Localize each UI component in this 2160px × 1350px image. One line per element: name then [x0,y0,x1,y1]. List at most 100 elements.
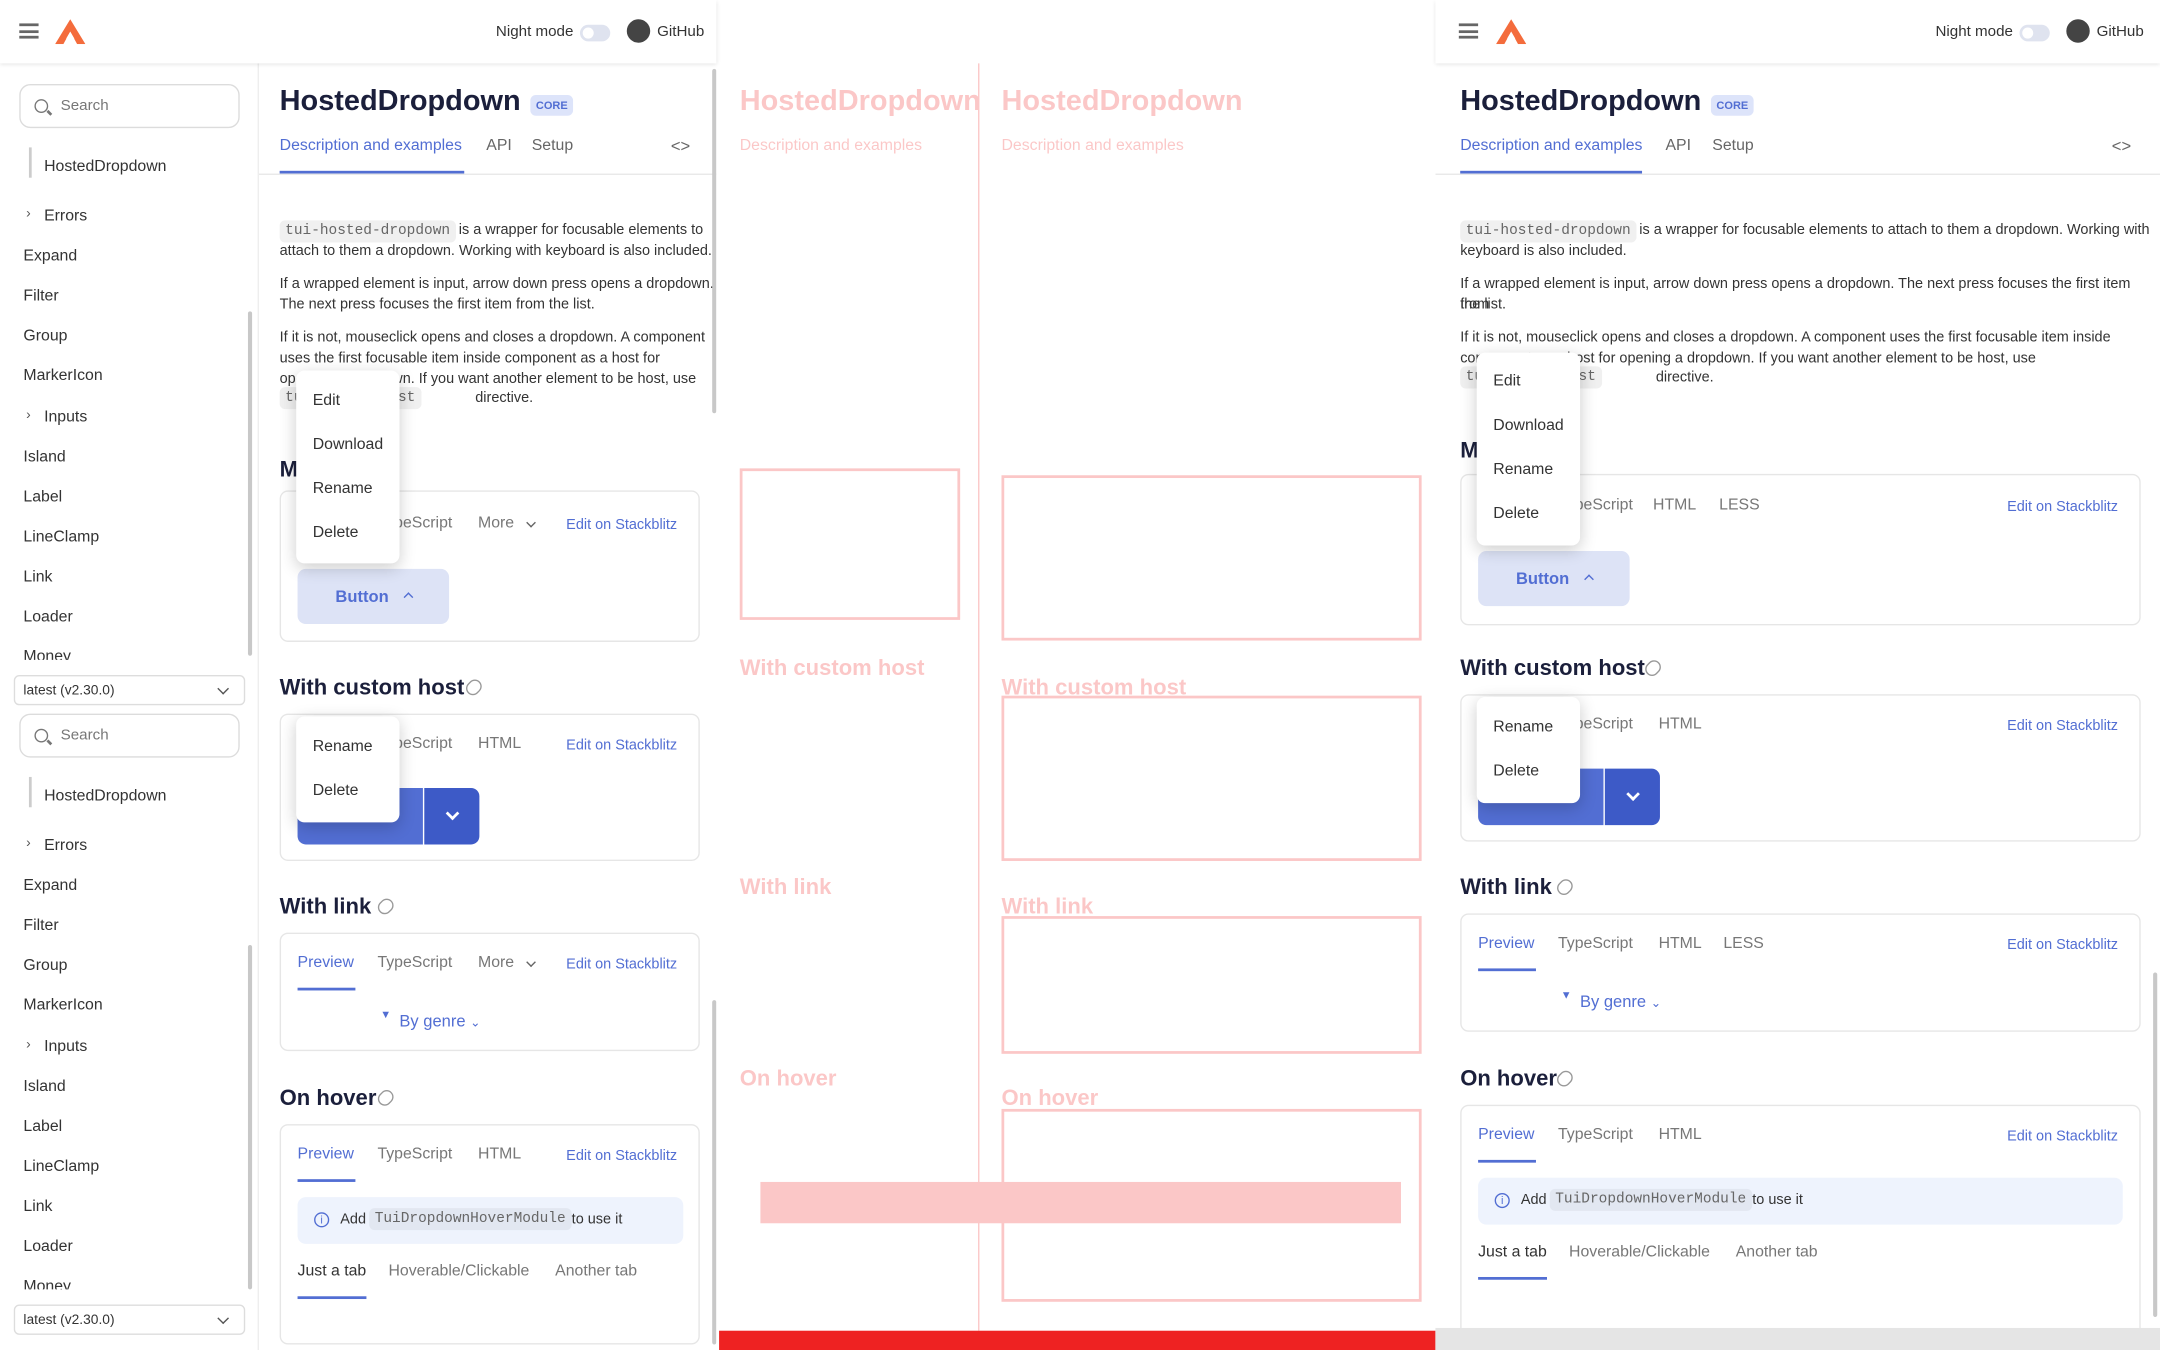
github-icon[interactable] [2066,19,2090,43]
main-scrollbar[interactable] [712,1000,717,1345]
tab-less[interactable]: LESS [1723,935,1764,952]
tab-description[interactable]: Description and examples [280,138,462,155]
sidebar-item-markericon[interactable]: MarkerIcon [23,368,102,385]
sidebar-item-label[interactable]: Label [23,489,62,506]
stackblitz-link[interactable]: Edit on Stackblitz [2007,499,2118,516]
inner-tab-hoverable[interactable]: Hoverable/Clickable [388,1263,529,1280]
code-toggle-icon[interactable]: <> [671,136,690,155]
sidebar-item-lineclamp[interactable]: LineClamp [23,1159,99,1176]
by-genre-link[interactable]: ▼ By genre ⌄ [380,1008,480,1030]
version-select[interactable]: latest (v2.30.0) [13,1304,246,1335]
tab-preview[interactable]: Preview [298,955,354,972]
sidebar-item-link[interactable]: Link [23,569,52,586]
tab-html[interactable]: HTML [478,736,521,753]
night-mode-toggle[interactable] [2019,24,2050,42]
tab-more[interactable]: More [478,955,514,972]
menu-item-delete[interactable]: Delete [313,782,359,799]
menu-item-delete[interactable]: Delete [1493,506,1539,523]
stackblitz-link[interactable]: Edit on Stackblitz [566,956,677,973]
stackblitz-link[interactable]: Edit on Stackblitz [2007,1128,2118,1145]
inner-tab-another[interactable]: Another tab [1736,1244,1818,1261]
sidebar-item-island[interactable]: Island [23,1079,65,1096]
stackblitz-link[interactable]: Edit on Stackblitz [566,737,677,754]
taiga-logo-icon[interactable] [55,19,86,45]
menu-item-rename[interactable]: Rename [313,738,373,755]
menu-item-delete[interactable]: Delete [1493,763,1539,780]
menu-item-download[interactable]: Download [1493,417,1563,434]
sidebar-search-input-2[interactable]: Search [19,713,240,758]
menu-item-edit[interactable]: Edit [1493,373,1520,390]
sidebar-item-hosteddropdown[interactable]: HostedDropdown [44,158,166,175]
split-button-arrow[interactable] [1604,768,1660,826]
sidebar-item-island[interactable]: Island [23,449,65,466]
menu-item-rename[interactable]: Rename [313,481,373,498]
menu-item-rename[interactable]: Rename [1493,719,1553,736]
github-link[interactable]: GitHub [2097,23,2144,40]
menu-item-edit[interactable]: Edit [313,393,340,410]
inner-tab-hoverable[interactable]: Hoverable/Clickable [1569,1244,1710,1261]
sidebar-item-errors[interactable]: › Errors [26,207,87,225]
sidebar-item-group[interactable]: Group [23,957,67,974]
menu-icon[interactable] [19,23,39,39]
sidebar-item-expand[interactable]: Expand [23,248,77,265]
sidebar-scrollbar[interactable] [247,311,253,656]
tab-less[interactable]: LESS [1719,497,1760,514]
tab-preview[interactable]: Preview [1478,1127,1534,1144]
tab-setup[interactable]: Setup [1712,138,1753,155]
sidebar-item-inputs[interactable]: › Inputs [26,408,87,426]
tab-html[interactable]: HTML [478,1146,521,1163]
sidebar-item-lineclamp[interactable]: LineClamp [23,529,99,546]
stackblitz-link[interactable]: Edit on Stackblitz [566,1147,677,1164]
tab-html[interactable]: HTML [1659,935,1702,952]
link-icon[interactable] [1642,657,1664,679]
stackblitz-link[interactable]: Edit on Stackblitz [2007,718,2118,735]
sidebar-item-markericon[interactable]: MarkerIcon [23,997,102,1014]
sidebar-item-loader[interactable]: Loader [23,609,72,626]
tab-typescript[interactable]: TypeScript [377,1146,452,1163]
sidebar-item-money[interactable]: Money [23,649,71,660]
tab-more[interactable]: More [478,515,514,532]
link-icon[interactable] [1554,876,1576,898]
tab-html[interactable]: HTML [1653,497,1696,514]
link-icon[interactable] [374,895,397,918]
inner-tab-just[interactable]: Just a tab [298,1263,367,1280]
tab-preview[interactable]: Preview [1478,935,1534,952]
tab-description[interactable]: Description and examples [1460,138,1642,155]
menu-item-delete[interactable]: Delete [313,525,359,542]
tab-html[interactable]: HTML [1659,716,1702,733]
version-select[interactable]: latest (v2.30.0) [13,674,246,706]
sidebar-item-filter[interactable]: Filter [23,288,58,305]
link-icon[interactable] [463,676,485,699]
link-icon[interactable] [1554,1067,1576,1090]
dropdown-button[interactable]: Button [297,568,450,625]
tab-api[interactable]: API [1665,138,1691,155]
github-icon[interactable] [626,19,651,43]
sidebar-item-filter[interactable]: Filter [23,917,58,934]
tab-typescript[interactable]: TypeScript [1558,935,1633,952]
github-link[interactable]: GitHub [657,23,704,40]
sidebar-item-loader[interactable]: Loader [23,1238,72,1255]
sidebar-search-input[interactable]: Search [19,84,240,129]
sidebar-item-expand[interactable]: Expand [23,877,77,894]
sidebar-item-hosteddropdown[interactable]: HostedDropdown [44,788,166,805]
sidebar-item-group[interactable]: Group [23,328,67,345]
dropdown-button[interactable]: Button [1478,551,1630,607]
main-scrollbar[interactable] [2153,972,2158,1317]
taiga-logo-icon[interactable] [1496,19,1527,45]
sidebar-item-errors[interactable]: › Errors [26,836,87,854]
menu-item-rename[interactable]: Rename [1493,461,1553,478]
night-mode-toggle[interactable] [579,24,611,42]
menu-item-download[interactable]: Download [313,437,383,454]
sidebar-item-inputs[interactable]: › Inputs [26,1037,87,1055]
tab-api[interactable]: API [486,138,512,155]
link-icon[interactable] [374,1087,397,1109]
inner-tab-just[interactable]: Just a tab [1478,1244,1547,1261]
stackblitz-link[interactable]: Edit on Stackblitz [2007,937,2118,954]
tab-setup[interactable]: Setup [532,138,573,155]
tab-preview[interactable]: Preview [298,1146,354,1163]
sidebar-item-link[interactable]: Link [23,1198,52,1215]
main-scrollbar[interactable] [712,68,717,414]
split-button-arrow[interactable] [424,787,480,845]
menu-icon[interactable] [1458,23,1479,39]
by-genre-link[interactable]: ▼ By genre ⌄ [1561,989,1661,1011]
